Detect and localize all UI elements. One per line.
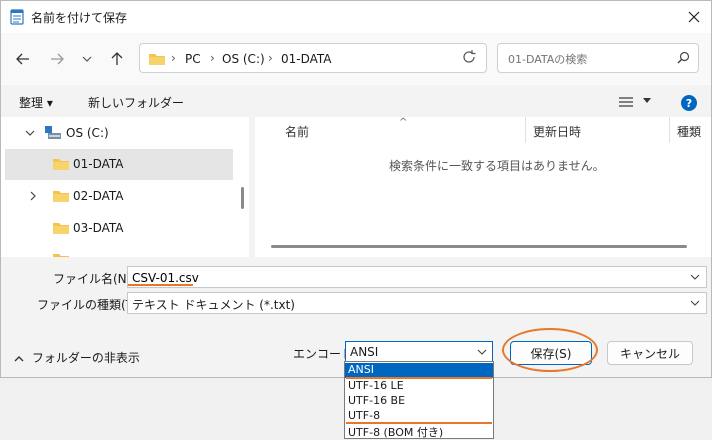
refresh-icon[interactable] — [462, 50, 476, 64]
help-icon[interactable]: ? — [681, 95, 697, 111]
save-annotation-ring — [502, 328, 598, 372]
encoding-option-utf8-bom[interactable]: UTF-8 (BOM 付き) — [345, 424, 493, 439]
breadcrumb-separator: › — [268, 51, 273, 65]
save-as-dialog: 名前を付けて保存 › PC › OS (C:) › 01-DATA 01-DAT… — [0, 0, 712, 378]
title-bar: 名前を付けて保存 — [1, 1, 711, 33]
chevron-right-icon — [30, 191, 36, 201]
recent-locations-button[interactable] — [75, 47, 99, 71]
filename-label: ファイル名(N): — [53, 272, 136, 286]
search-icon[interactable] — [677, 51, 690, 64]
sort-ascending-icon: ^ — [399, 117, 408, 128]
encoding-annotation-line — [346, 377, 492, 379]
command-bar: 整理 ▾ 新しいフォルダー — [1, 85, 711, 117]
file-list-pane: ^ 名前 更新日時 種類 検索条件に一致する項目はありません。 — [255, 117, 711, 257]
encoding-dropdown-list: ANSI UTF-16 LE UTF-16 BE UTF-8 UTF-8 (BO… — [344, 361, 494, 439]
chevron-down-icon — [477, 349, 487, 355]
hide-folders-label: フォルダーの非表示 — [31, 351, 140, 365]
file-fields: ファイル名(N): ファイルの種類(T): テキスト ドキュメント (*.txt… — [1, 257, 711, 325]
tree-item-drive[interactable]: OS (C:) — [5, 118, 233, 149]
encoding-annotation-line — [346, 422, 492, 424]
breadcrumb-drive[interactable]: OS (C:) — [222, 52, 265, 66]
folder-icon — [149, 54, 165, 65]
notepad-icon — [10, 9, 24, 25]
file-list-scrollbar[interactable] — [271, 245, 687, 248]
column-header-name[interactable]: 名前 — [285, 123, 309, 140]
chevron-down-icon — [690, 300, 700, 306]
chevron-down-icon — [25, 130, 35, 136]
breadcrumb-separator: › — [210, 51, 215, 65]
view-options-dropdown-icon[interactable] — [643, 98, 651, 104]
encoding-option-ansi[interactable]: ANSI — [345, 363, 493, 378]
tree-item-label: 01-DATA — [73, 157, 124, 171]
filename-combobox — [127, 266, 707, 288]
encoding-select[interactable]: ANSI — [345, 341, 493, 363]
tree-item-03-data[interactable]: 03-DATA — [5, 213, 233, 244]
forward-button[interactable] — [45, 47, 69, 71]
drive-icon — [45, 126, 61, 139]
tree-item-partial[interactable] — [5, 245, 233, 257]
navigation-pane: OS (C:) 01-DATA 02-DATA 03-DATA — [1, 117, 249, 257]
tree-item-label: OS (C:) — [66, 126, 109, 140]
close-button[interactable] — [683, 6, 705, 28]
address-bar[interactable]: › PC › OS (C:) › 01-DATA — [139, 43, 487, 73]
filetype-value: テキスト ドキュメント (*.txt) — [132, 298, 295, 312]
filename-annotation-underline — [128, 284, 193, 286]
folder-icon — [53, 223, 69, 234]
view-list-icon[interactable] — [619, 97, 633, 107]
search-box — [497, 43, 699, 73]
search-input[interactable] — [506, 50, 670, 68]
back-button[interactable] — [11, 47, 35, 71]
filetype-select[interactable]: テキスト ドキュメント (*.txt) — [127, 292, 707, 314]
tree-item-label: 03-DATA — [73, 221, 124, 235]
column-divider[interactable] — [525, 117, 526, 143]
cancel-button[interactable]: キャンセル — [607, 341, 693, 365]
chevron-down-icon — [82, 56, 92, 62]
column-header-type[interactable]: 種類 — [677, 123, 701, 140]
empty-list-message: 検索条件に一致する項目はありません。 — [389, 159, 605, 173]
hide-folders-toggle[interactable]: フォルダーの非表示 — [14, 349, 140, 366]
navigation-pane-scrollbar[interactable] — [241, 187, 244, 209]
encoding-option-utf16le[interactable]: UTF-16 LE — [345, 379, 493, 394]
up-button[interactable] — [105, 47, 129, 71]
breadcrumb-folder[interactable]: 01-DATA — [281, 52, 332, 66]
column-header-date[interactable]: 更新日時 — [533, 123, 581, 140]
arrow-right-icon — [51, 53, 64, 65]
window-title: 名前を付けて保存 — [31, 11, 128, 25]
breadcrumb-separator: › — [171, 51, 176, 65]
filename-input[interactable] — [132, 270, 652, 285]
new-folder-button[interactable]: 新しいフォルダー — [88, 94, 184, 111]
organize-menu[interactable]: 整理 ▾ — [19, 94, 53, 111]
breadcrumb-pc[interactable]: PC — [185, 52, 201, 66]
folder-icon — [53, 159, 69, 170]
tree-item-01-data[interactable]: 01-DATA — [5, 149, 233, 180]
chevron-up-icon — [14, 355, 24, 361]
tree-item-02-data[interactable]: 02-DATA — [5, 181, 233, 212]
chevron-down-icon[interactable] — [690, 270, 700, 284]
tree-item-label: 02-DATA — [73, 189, 124, 203]
column-divider[interactable] — [669, 117, 670, 143]
arrow-left-icon — [16, 53, 29, 65]
close-icon — [688, 11, 700, 23]
encoding-value: ANSI — [350, 345, 379, 359]
encoding-option-utf16be[interactable]: UTF-16 BE — [345, 394, 493, 409]
arrow-up-icon — [111, 52, 123, 65]
folder-icon — [53, 191, 69, 202]
navigation-bar: › PC › OS (C:) › 01-DATA — [1, 33, 711, 85]
